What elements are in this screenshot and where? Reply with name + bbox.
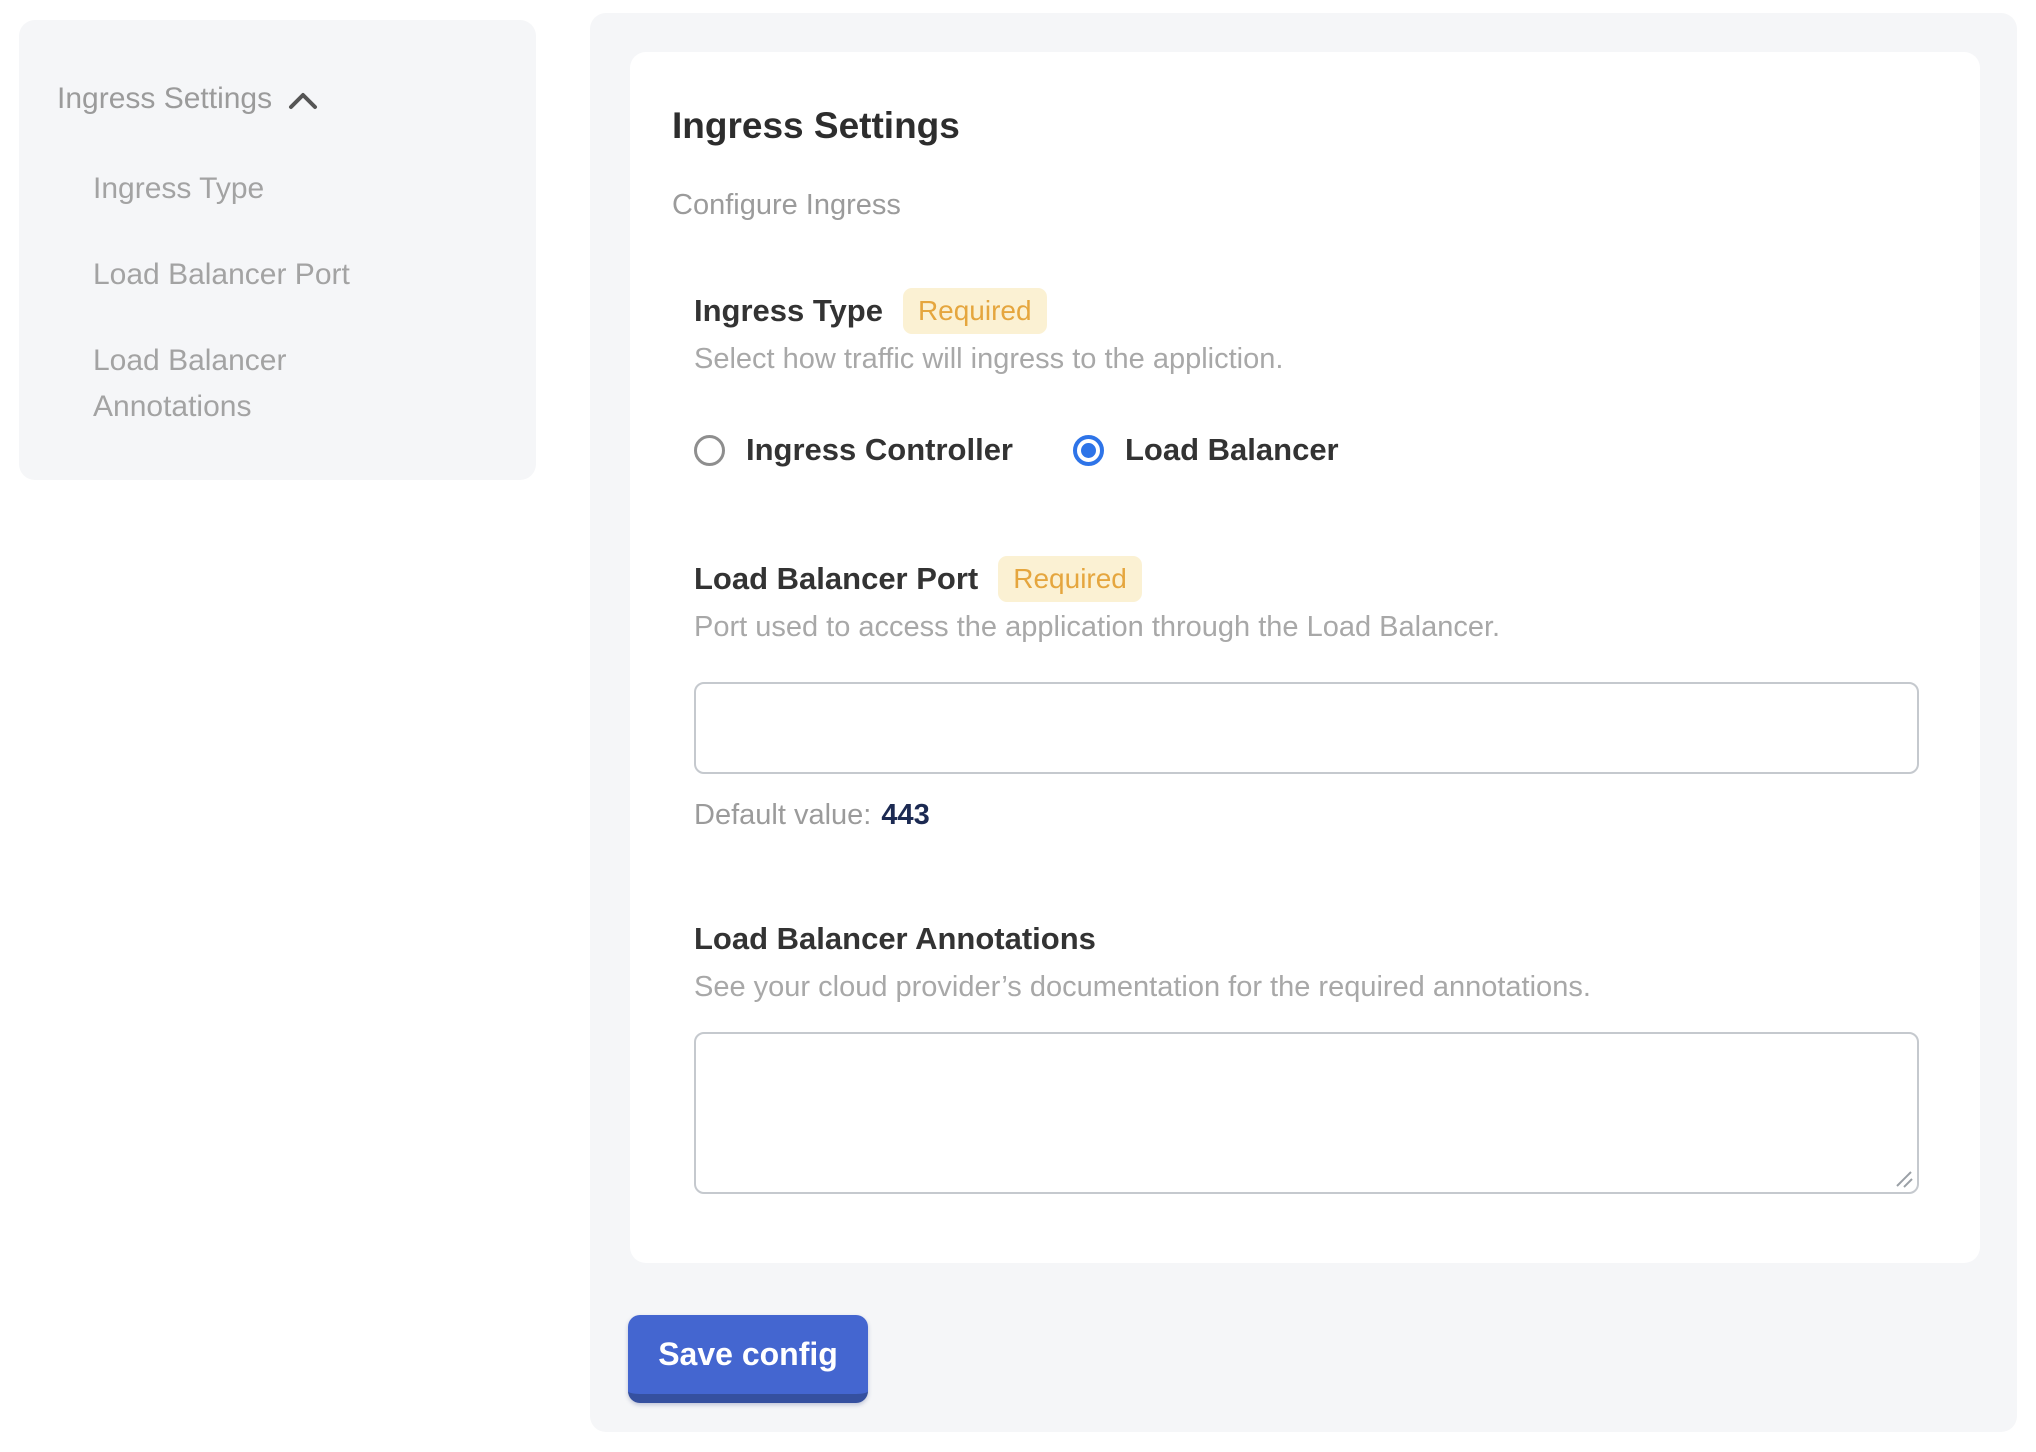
ingress-type-radio-group: Ingress Controller Load Balancer [694,432,1916,468]
save-config-button[interactable]: Save config [628,1315,868,1403]
load-balancer-port-label: Load Balancer Port [694,561,978,597]
radio-button-load-balancer[interactable] [1073,435,1104,466]
sidebar-item-load-balancer-port[interactable]: Load Balancer Port [93,252,413,298]
ingress-type-label: Ingress Type [694,293,883,329]
section-ingress-type: Ingress Type Required Select how traffic… [694,288,1916,468]
ingress-settings-panel: Ingress Settings Configure Ingress Ingre… [590,13,2017,1432]
ingress-type-help: Select how traffic will ingress to the a… [694,340,1916,378]
radio-option-load-balancer[interactable]: Load Balancer [1073,432,1339,468]
sidebar-item-list: Ingress Type Load Balancer Port Load Bal… [57,166,498,430]
load-balancer-port-help: Port used to access the application thro… [694,608,1916,646]
radio-option-ingress-controller[interactable]: Ingress Controller [694,432,1013,468]
default-value-number: 443 [881,799,929,831]
default-value-row: Default value: 443 [694,796,1916,834]
load-balancer-port-input[interactable] [694,682,1919,774]
section-load-balancer-port: Load Balancer Port Required Port used to… [694,556,1916,834]
chevron-up-icon [288,91,318,111]
load-balancer-annotations-help: See your cloud provider’s documentation … [694,968,1916,1006]
textarea-resize-handle-icon[interactable] [1894,1169,1914,1189]
required-badge: Required [903,288,1047,334]
ingress-settings-card: Ingress Settings Configure Ingress Ingre… [630,52,1980,1263]
load-balancer-annotations-label: Load Balancer Annotations [694,921,1096,957]
page-subtitle: Configure Ingress [672,186,1938,224]
section-load-balancer-annotations: Load Balancer Annotations See your cloud… [694,916,1916,1194]
sidebar-section-label: Ingress Settings [57,78,272,120]
sidebar-item-ingress-type[interactable]: Ingress Type [93,166,413,212]
page-title: Ingress Settings [672,104,1938,148]
default-value-label: Default value: [694,799,871,831]
settings-sidebar: Ingress Settings Ingress Type Load Balan… [19,20,536,480]
form-sections: Ingress Type Required Select how traffic… [694,288,1916,1194]
sidebar-item-load-balancer-annotations[interactable]: Load Balancer Annotations [93,338,413,430]
radio-label-ingress-controller: Ingress Controller [746,432,1013,468]
radio-label-load-balancer: Load Balancer [1125,432,1339,468]
load-balancer-annotations-textarea[interactable] [694,1032,1919,1194]
radio-button-ingress-controller[interactable] [694,435,725,466]
required-badge: Required [998,556,1142,602]
sidebar-section-ingress-settings[interactable]: Ingress Settings [57,78,498,120]
